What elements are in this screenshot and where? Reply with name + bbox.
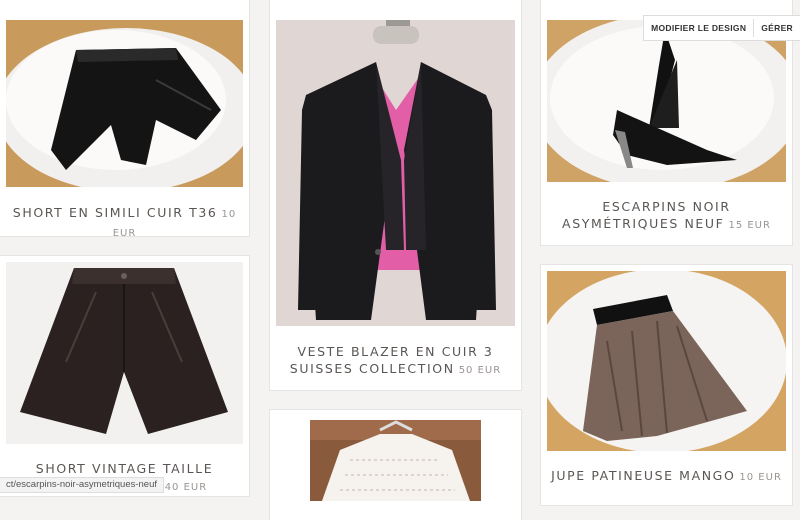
product-photo[interactable] [6,262,243,444]
product-name[interactable]: ESCARPINS NOIR ASYMÉTRIQUES NEUF [562,199,731,231]
product-photo[interactable] [547,271,786,451]
product-card[interactable]: SHORT VINTAGE TAILLE HAUTE EN CUIR40 EUR [0,256,249,496]
product-caption[interactable]: SHORT EN SIMILI CUIR T36 10 EUR [8,204,241,242]
manage-button[interactable]: GÉRER [754,16,800,40]
product-price: 40 EUR [164,482,208,493]
product-price: 50 EUR [458,365,502,376]
product-caption[interactable]: JUPE PATINEUSE MANGO 10 EUR [549,467,784,486]
product-card[interactable] [270,410,521,520]
product-photo[interactable] [276,20,515,326]
product-name[interactable]: JUPE PATINEUSE MANGO [551,468,735,483]
status-url-bar: ct/escarpins-noir-asymetriques-neuf [0,477,165,493]
product-photo[interactable] [6,20,243,187]
product-photo[interactable] [547,20,786,182]
product-card[interactable]: VESTE BLAZER EN CUIR 3 SUISSES COLLECTIO… [270,0,521,390]
product-name[interactable]: SHORT EN SIMILI CUIR T36 [13,205,218,220]
product-card[interactable]: JUPE PATINEUSE MANGO 10 EUR [541,265,792,505]
modify-design-button[interactable]: MODIFIER LE DESIGN [644,16,753,40]
product-price: 10 EUR [739,472,782,483]
admin-toolbar: MODIFIER LE DESIGN GÉRER [644,16,800,40]
product-card[interactable]: SHORT EN SIMILI CUIR T36 10 EUR [0,0,249,239]
product-price: 15 EUR [728,220,771,231]
product-photo[interactable] [310,420,481,501]
product-caption[interactable]: ESCARPINS NOIR ASYMÉTRIQUES NEUF 15 EUR [549,198,784,234]
product-caption[interactable]: VESTE BLAZER EN CUIR 3 SUISSES COLLECTIO… [278,343,513,379]
